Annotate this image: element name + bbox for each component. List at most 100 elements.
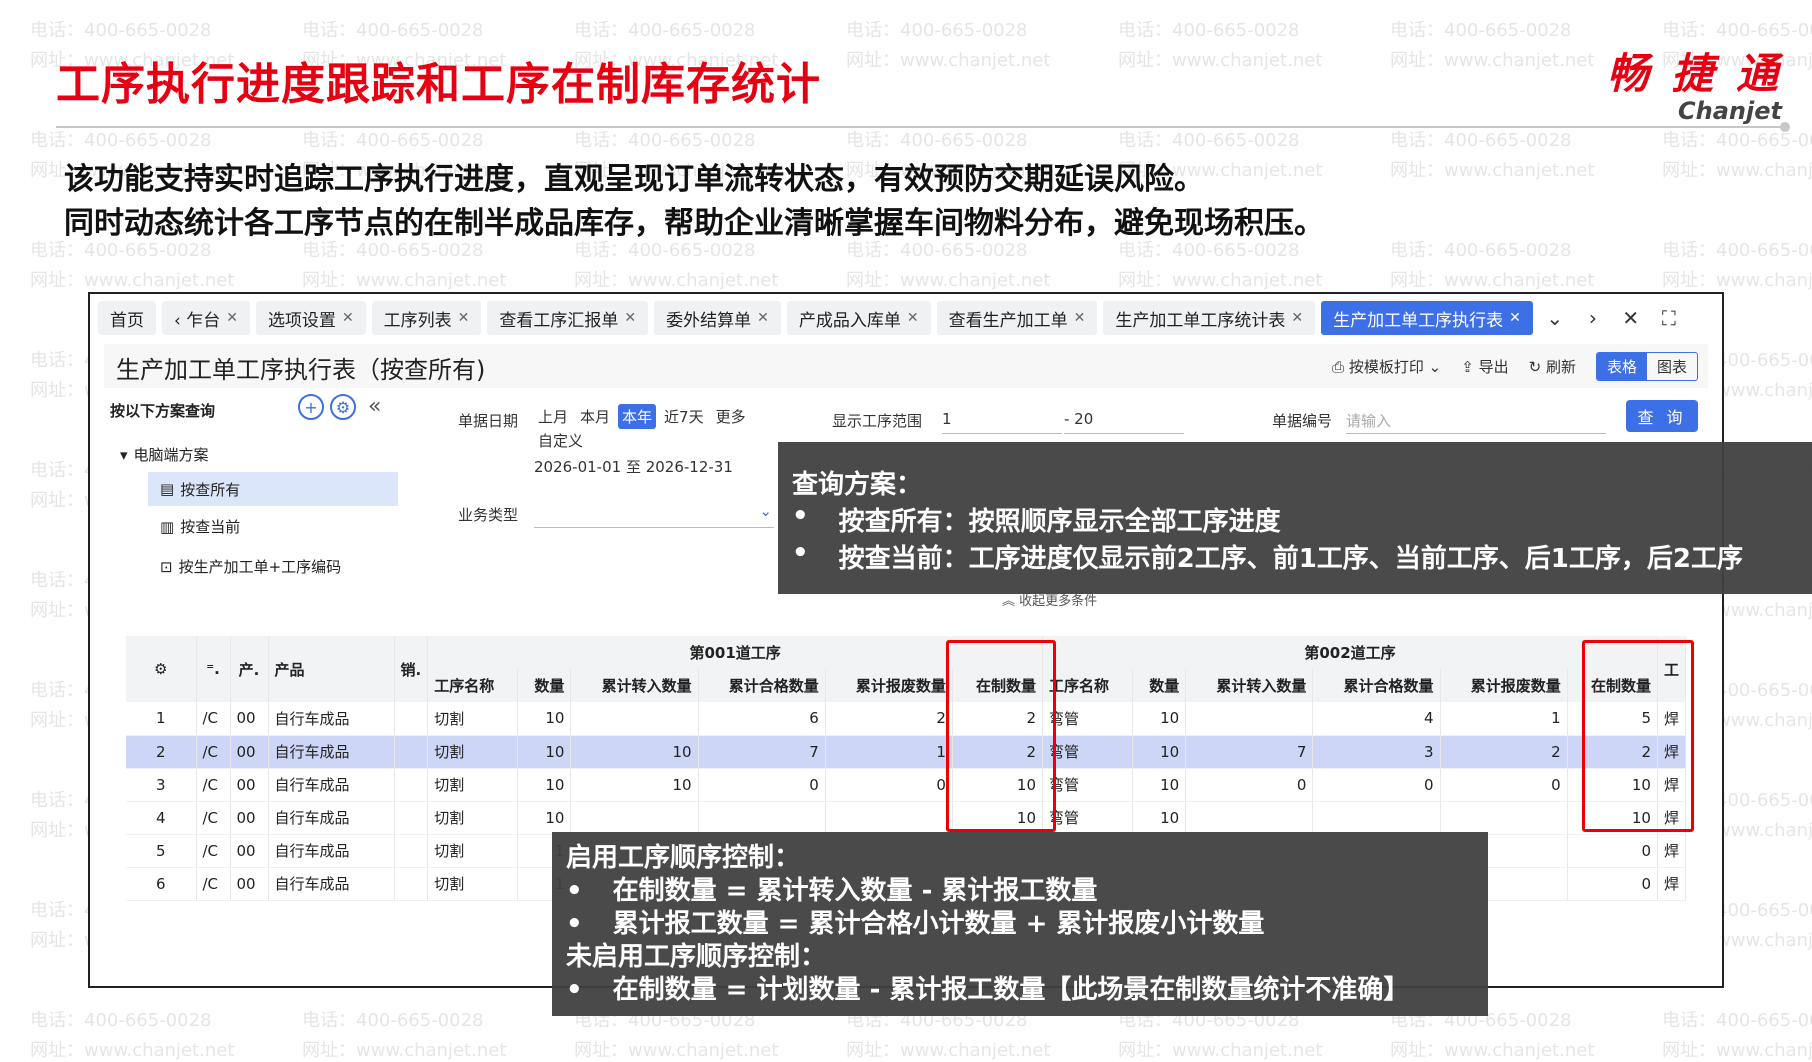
col-header-b[interactable]: 产. <box>230 636 269 702</box>
tab-7[interactable]: 查看生产加工单 ✕ <box>936 301 1098 335</box>
cell-ok2: 3 <box>1312 735 1441 769</box>
col-header-1-0[interactable]: 工序名称 <box>427 669 519 702</box>
close-icon[interactable]: ✕ <box>907 310 919 326</box>
table-row[interactable]: 4/C 00 自行车成品 切割 10 10 弯管 10 10 焊 <box>126 801 1687 835</box>
cell-idx: 2 <box>126 735 197 769</box>
col-header-2-0[interactable]: 工序名称 <box>1042 669 1134 702</box>
docno-input[interactable]: 请输入 <box>1346 404 1606 434</box>
tab-2[interactable]: 选项设置 ✕ <box>255 301 366 335</box>
tab-5[interactable]: 委外结算单 ✕ <box>654 301 781 335</box>
column-settings-header[interactable]: ⚙ <box>126 636 197 702</box>
close-icon[interactable]: ✕ <box>624 310 636 326</box>
settings-icon[interactable]: ⚙ <box>330 394 356 420</box>
col-header-product[interactable]: 产品 <box>268 636 395 702</box>
view-chart-button[interactable]: 图表 <box>1647 353 1697 380</box>
watermark-url: 网址：www.chanjet.net <box>846 270 1051 291</box>
date-chip[interactable]: 本月 <box>576 404 614 429</box>
cell-bad2 <box>1440 801 1568 835</box>
chanjet-logo: 畅 捷 通 Chanjet <box>1607 40 1782 125</box>
cell-product: 自行车成品 <box>268 735 395 769</box>
cell-in2 <box>1185 801 1314 835</box>
fullscreen-icon[interactable]: ⛶ <box>1653 306 1685 330</box>
col-header-1-3[interactable]: 累计合格数量 <box>698 669 826 702</box>
col-header-sales[interactable]: 销. <box>394 636 429 702</box>
close-icon[interactable]: ✕ <box>1074 310 1086 326</box>
tab-8[interactable]: 生产加工单工序统计表 ✕ <box>1103 301 1316 335</box>
scheme-group[interactable]: ▾ 电脑端方案 <box>120 444 209 465</box>
date-chip[interactable]: 上月 <box>534 404 572 429</box>
watermark-phone: 电话：400-665-0028 <box>30 20 212 41</box>
export-button[interactable]: ⇪ 导出 <box>1461 356 1508 377</box>
date-chip[interactable]: 更多 <box>712 404 750 429</box>
chevron-down-icon[interactable]: ⌄ <box>1539 306 1571 330</box>
biz-type-select[interactable]: ⌄ <box>534 500 774 528</box>
cell-idx: 3 <box>126 768 197 802</box>
refresh-button[interactable]: ↻ 刷新 <box>1529 356 1576 377</box>
close-icon[interactable]: ✕ <box>1291 310 1303 326</box>
watermark-phone: 电话：400-665-0028 <box>1390 20 1572 41</box>
cell-in1 <box>570 801 699 835</box>
chart-icon: ▥ <box>160 517 175 536</box>
scheme-item-order-process[interactable]: ⊡ 按生产加工单+工序编码 <box>160 556 341 577</box>
cell-q2: 10 <box>1132 702 1187 736</box>
watermark-url: 网址：www.chanjet.net <box>1390 160 1595 181</box>
col-header-a[interactable]: ⁼. <box>196 636 231 702</box>
cell-p1: 切割 <box>427 801 519 835</box>
tooltip-item: • 按查所有：按照顺序显示全部工序进度 <box>792 501 1281 537</box>
close-icon[interactable]: ✕ <box>757 310 769 326</box>
view-table-button[interactable]: 表格 <box>1596 353 1647 380</box>
cell-p1: 切割 <box>427 834 519 868</box>
add-icon[interactable]: + <box>298 394 324 420</box>
close-icon[interactable]: ✕ <box>342 310 354 326</box>
tab-4[interactable]: 查看工序汇报单 ✕ <box>487 301 649 335</box>
close-icon[interactable]: ✕ <box>1615 306 1647 330</box>
gear-icon: ⚙ <box>154 660 168 678</box>
scheme-item-all[interactable]: ▤ 按查所有 <box>148 472 398 506</box>
col-header-2-2[interactable]: 累计转入数量 <box>1185 669 1314 702</box>
cell-product: 自行车成品 <box>268 834 395 868</box>
watermark-phone: 电话：400-665-0028 <box>846 130 1028 151</box>
table-row[interactable]: 2/C 00 自行车成品 切割 10 10 7 1 2 弯管 10 7 3 2 2 焊 <box>126 735 1687 769</box>
table-row[interactable]: 3/C 00 自行车成品 切割 10 10 0 0 10 弯管 10 0 0 0 10 焊 <box>126 768 1687 802</box>
col-header-1-1[interactable]: 数量 <box>517 669 572 702</box>
col-header-1-2[interactable]: 累计转入数量 <box>570 669 699 702</box>
close-icon[interactable]: ✕ <box>1509 310 1521 326</box>
tab-6[interactable]: 产成品入库单 ✕ <box>786 301 931 335</box>
watermark-url: 网址：www.chanjet.net <box>1118 50 1323 71</box>
date-custom[interactable]: 自定义 <box>538 430 583 451</box>
tooltip-heading: 未启用工序顺序控制： <box>566 942 827 972</box>
tab-bar: 首页 ‹ 乍台 ✕ 选项设置 ✕ 工序列表 ✕ 查看工序汇报单 ✕ 委外结算单 ✕ 产成品入库单 ✕ 查看… <box>90 298 1722 338</box>
date-range-value[interactable]: 2026-01-01 至 2026-12-31 <box>534 456 733 477</box>
date-chip[interactable]: 近7天 <box>660 404 708 429</box>
slide-title: 工序执行进度跟踪和工序在制库存统计 <box>56 59 821 110</box>
watermark-url: 网址：www.chanjet.net <box>846 50 1051 71</box>
cell-q1: 10 <box>517 735 572 769</box>
date-chip[interactable]: 本年 <box>618 404 657 429</box>
cell-sales <box>394 867 429 901</box>
tab-3[interactable]: 工序列表 ✕ <box>371 301 482 335</box>
tab-0[interactable]: 首页 <box>98 301 156 335</box>
tab-1[interactable]: ‹ 乍台 ✕ <box>162 301 250 335</box>
watermark-url: 网址：www.chanjet.net <box>1662 160 1812 181</box>
tab-9[interactable]: 生产加工单工序执行表 ✕ <box>1321 301 1533 335</box>
col-header-2-4[interactable]: 累计报废数量 <box>1440 669 1568 702</box>
range-from-input[interactable]: 1 <box>942 404 1062 434</box>
search-button[interactable]: 查 询 <box>1626 400 1698 432</box>
chevron-right-icon[interactable]: › <box>1577 306 1609 330</box>
close-icon[interactable]: ✕ <box>458 310 470 326</box>
printer-icon: ⎙ <box>1332 358 1349 376</box>
col-header-1-4[interactable]: 累计报废数量 <box>825 669 953 702</box>
print-button[interactable]: ⎙ 按模板打印 ⌄ <box>1332 356 1441 377</box>
col-header-2-3[interactable]: 累计合格数量 <box>1312 669 1441 702</box>
close-icon[interactable]: ✕ <box>226 310 238 326</box>
collapse-panel-icon[interactable]: « <box>368 394 381 420</box>
group-header-process-2: 第002道工序 <box>1042 636 1658 669</box>
range-to-input[interactable]: - 20 <box>1064 404 1184 434</box>
cell-a: /C <box>196 801 231 835</box>
table-row[interactable]: 1/C 00 自行车成品 切割 10 6 2 2 弯管 10 4 1 5 焊 <box>126 702 1687 736</box>
doc-icon: ⊡ <box>160 557 173 576</box>
col-header-2-1[interactable]: 数量 <box>1132 669 1187 702</box>
watermark-url: 网址：www.chanjet.net <box>30 1040 235 1061</box>
cell-in2: 7 <box>1185 735 1314 769</box>
scheme-item-current[interactable]: ▥ 按查当前 <box>160 516 240 537</box>
